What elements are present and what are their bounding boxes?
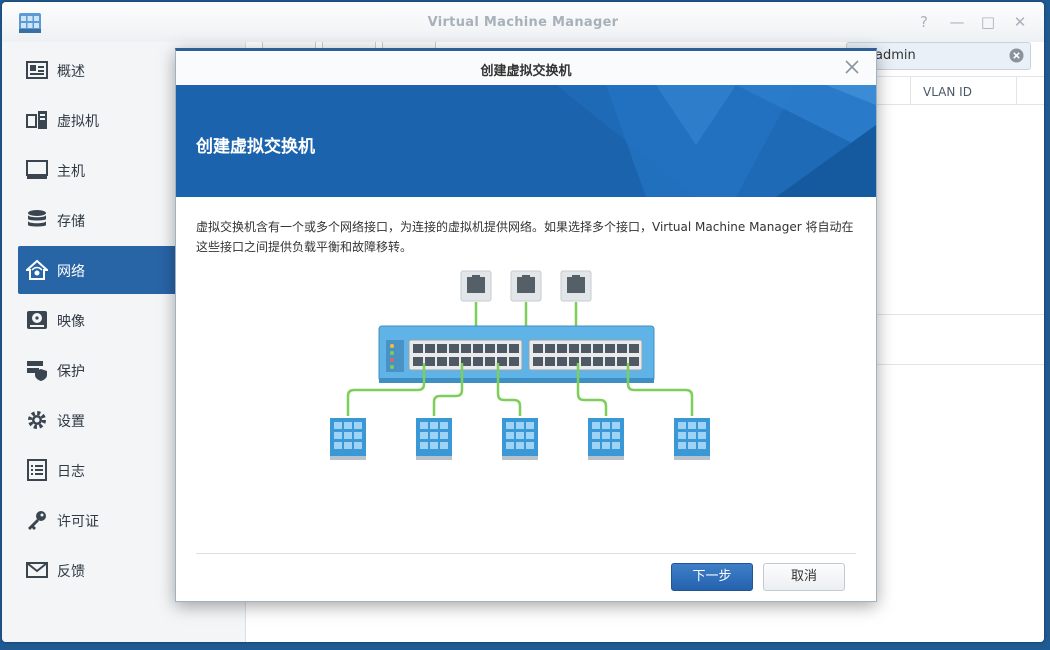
settings-gear-icon: [28, 411, 46, 429]
license-key-icon: [28, 511, 46, 530]
sidebar-item-label: 网络: [57, 264, 85, 280]
log-list-icon: [27, 459, 47, 481]
network-port-icon: [460, 270, 492, 302]
maximize-icon[interactable]: □: [977, 11, 999, 33]
virtual-machine-node-icon: [416, 418, 452, 460]
sidebar-item-label: 主机: [57, 164, 85, 180]
create-virtual-switch-dialog: 创建虚拟交换机 创建虚拟交换机 虚拟交换机含有一个或多个网络接口，为连接的虚拟机…: [175, 48, 877, 602]
sidebar-item-label: 存储: [57, 214, 85, 230]
image-disk-icon: [27, 311, 47, 329]
minimize-icon[interactable]: —: [946, 11, 968, 33]
cancel-button[interactable]: 取消: [763, 563, 845, 591]
search-input-value: admin: [875, 48, 916, 63]
sidebar-item-label: 虚拟机: [57, 114, 99, 130]
feedback-mail-icon: [26, 562, 48, 578]
dialog-title-bar: 创建虚拟交换机: [176, 51, 876, 85]
dialog-banner: 创建虚拟交换机: [176, 85, 876, 197]
dialog-description: 虚拟交换机含有一个或多个网络接口，为连接的虚拟机提供网络。如果选择多个接口，Vi…: [196, 220, 854, 254]
virtual-machine-node-icon: [502, 418, 538, 460]
title-bar: Virtual Machine Manager ? — □ ✕: [2, 2, 1044, 42]
network-port-icon: [510, 270, 542, 302]
column-header-vlan-id[interactable]: VLAN ID: [916, 78, 1016, 104]
sidebar-item-label: 设置: [57, 414, 85, 430]
storage-database-icon: [28, 210, 46, 227]
header-bottom-line: [876, 104, 1044, 105]
dialog-title: 创建虚拟交换机: [480, 64, 572, 79]
network-home-icon: [26, 259, 48, 280]
column-divider: [1016, 77, 1017, 104]
column-header-label: VLAN ID: [923, 85, 972, 99]
virtual-switch-diagram: [330, 270, 710, 460]
next-button[interactable]: 下一步: [671, 563, 753, 591]
banner-title: 创建虚拟交换机: [196, 137, 315, 157]
column-divider: [910, 77, 911, 104]
help-icon[interactable]: ?: [913, 11, 935, 33]
virtual-machine-node-icon: [674, 418, 710, 460]
host-monitor-icon: [26, 160, 48, 179]
row-divider: [876, 314, 1044, 315]
uplink-cables: [474, 302, 578, 328]
virtual-machine-icon: [26, 111, 47, 129]
app-title: Virtual Machine Manager: [427, 15, 619, 30]
dialog-footer-divider: [196, 553, 856, 554]
sidebar-item-label: 许可证: [57, 514, 99, 530]
overview-icon: [26, 61, 48, 79]
header-top-line: [876, 76, 1044, 77]
protection-shield-icon: [27, 361, 47, 381]
virtual-machine-node-icon: [330, 418, 366, 460]
virtual-machine-node-icon: [588, 418, 624, 460]
close-icon[interactable]: ✕: [1009, 11, 1031, 33]
sidebar-item-label: 保护: [57, 364, 85, 380]
network-port-icon: [560, 270, 592, 302]
sidebar-item-label: 概述: [57, 64, 85, 80]
row-divider: [876, 364, 1044, 365]
sidebar-item-label: 映像: [57, 314, 85, 330]
sidebar-item-label: 日志: [57, 464, 85, 480]
sidebar-item-label: 反馈: [57, 564, 85, 580]
clear-search-icon[interactable]: [1009, 48, 1024, 63]
network-switch-icon: [378, 325, 655, 383]
dialog-close-icon[interactable]: [844, 59, 860, 75]
